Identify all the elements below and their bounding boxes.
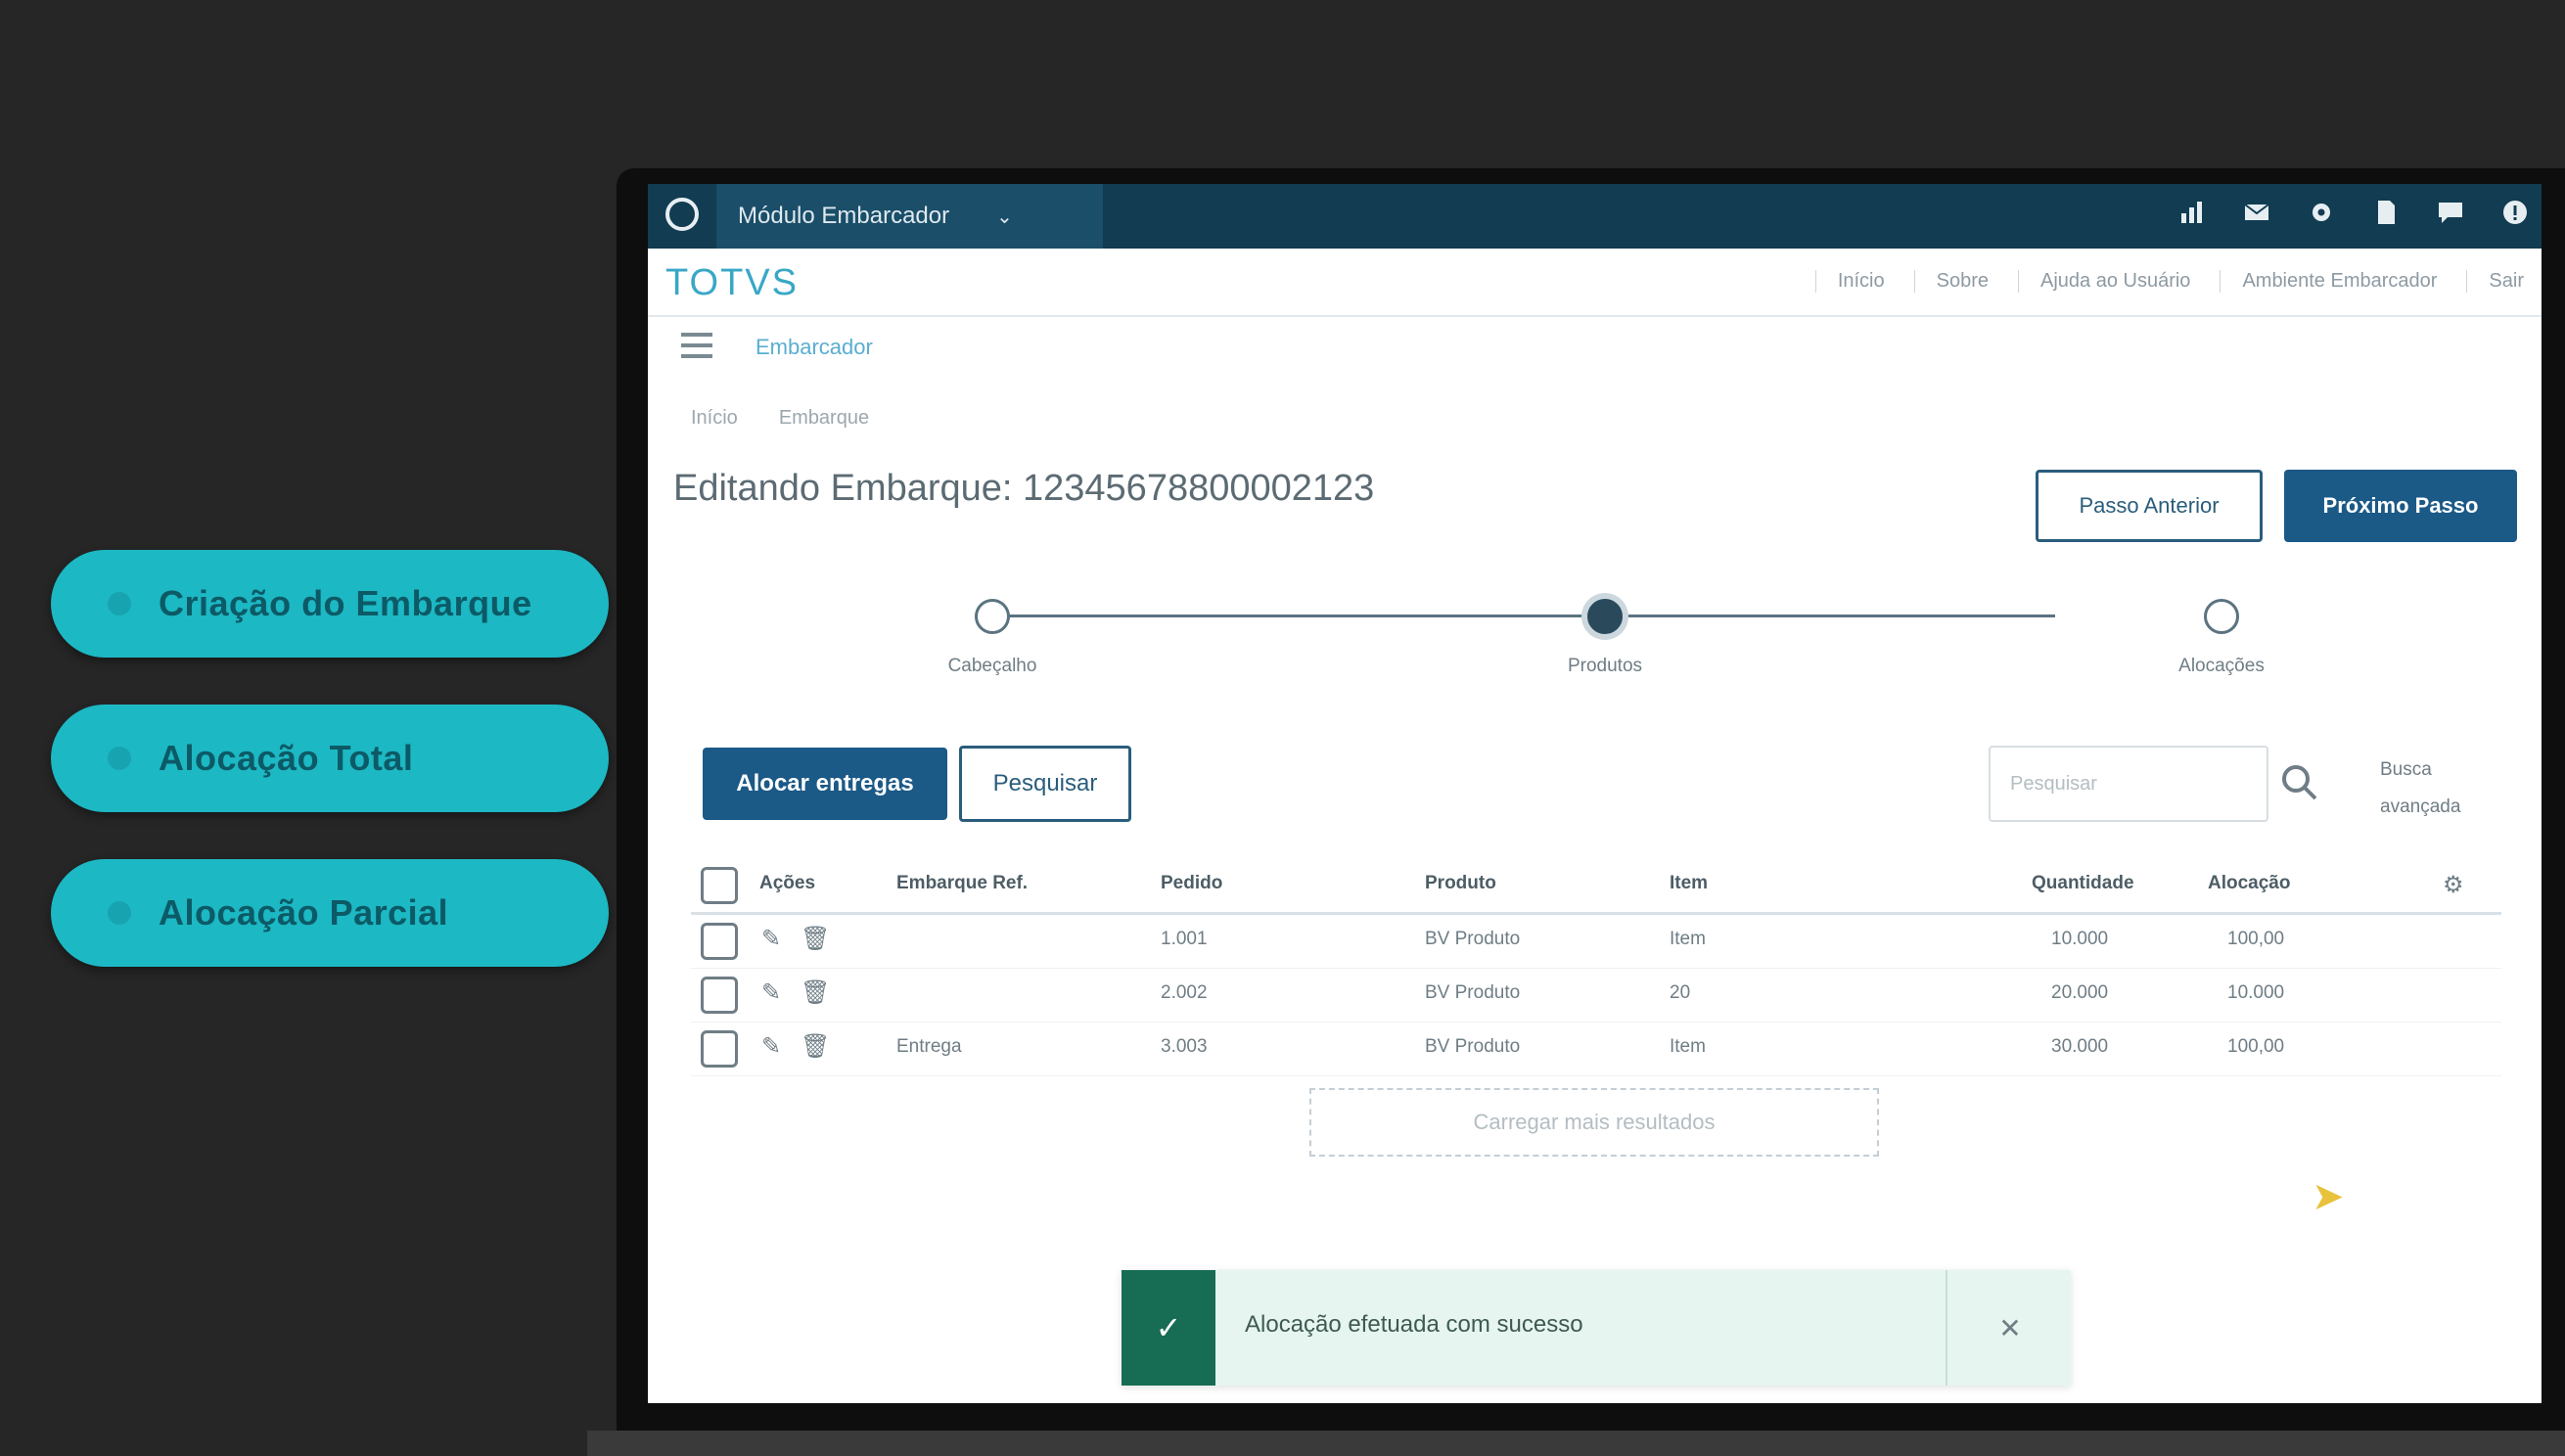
mouse-cursor-icon: ➤ bbox=[2312, 1175, 2345, 1218]
app-logo-icon[interactable] bbox=[665, 198, 699, 231]
cell-item: Item bbox=[1670, 929, 1706, 949]
settings-icon[interactable] bbox=[2307, 198, 2336, 227]
step-3-dot-icon[interactable] bbox=[2204, 599, 2239, 634]
table-row: ✎ 🗑 Entrega 3.003 BV Produto Item 30.000… bbox=[691, 1023, 2501, 1076]
search-button[interactable]: Pesquisar bbox=[959, 746, 1131, 822]
edit-icon[interactable]: ✎ bbox=[761, 925, 781, 953]
help-icon[interactable] bbox=[2500, 198, 2530, 227]
search-icon[interactable] bbox=[2276, 759, 2323, 806]
allocations-table: Ações Embarque Ref. Pedido Produto Item … bbox=[691, 859, 2501, 1076]
page-title: Editando Embarque: 12345678800002123 bbox=[673, 468, 1375, 509]
app-screen: Módulo Embarcador ⌄ TOTVS Início Sobre A… bbox=[648, 184, 2542, 1403]
breadcrumb-item[interactable]: Embarque bbox=[779, 407, 869, 430]
load-more-button[interactable]: Carregar mais resultados bbox=[1309, 1088, 1879, 1157]
chevron-down-icon: ⌄ bbox=[996, 205, 1013, 228]
cell-pedido: 3.003 bbox=[1161, 1036, 1208, 1057]
table-row: ✎ 🗑 2.002 BV Produto 20 20.000 10.000 bbox=[691, 969, 2501, 1023]
pill-dot-icon bbox=[108, 901, 131, 925]
totvs-logo: TOTVS bbox=[665, 262, 799, 303]
breadcrumb: Início Embarque bbox=[691, 407, 869, 430]
column-header[interactable]: Quantidade bbox=[2032, 873, 2134, 894]
step-1-label: Cabeçalho bbox=[947, 656, 1037, 676]
column-header[interactable]: Embarque Ref. bbox=[896, 873, 1028, 894]
column-header[interactable]: Produto bbox=[1425, 873, 1496, 894]
column-header[interactable]: Pedido bbox=[1161, 873, 1222, 894]
header-links: Início Sobre Ajuda ao Usuário Ambiente E… bbox=[1814, 270, 2524, 293]
app-topbar: Módulo Embarcador ⌄ bbox=[648, 184, 2542, 249]
module-tab-label: Módulo Embarcador bbox=[738, 203, 950, 229]
header-link[interactable]: Ajuda ao Usuário bbox=[2018, 270, 2190, 293]
stepper-line bbox=[990, 614, 2055, 617]
feature-pill-criacao[interactable]: Criação do Embarque bbox=[51, 550, 609, 658]
cell-quantidade: 20.000 bbox=[2051, 982, 2109, 1003]
close-icon[interactable]: ✕ bbox=[1946, 1270, 2073, 1386]
success-toast: ✓ Alocação efetuada com sucesso ✕ bbox=[1122, 1270, 2071, 1386]
edit-icon[interactable]: ✎ bbox=[761, 978, 781, 1007]
header-link[interactable]: Ambiente Embarcador bbox=[2220, 270, 2437, 293]
previous-step-button[interactable]: Passo Anterior bbox=[2036, 470, 2263, 542]
laptop-base bbox=[587, 1431, 2565, 1456]
cell-alocacao: 100,00 bbox=[2227, 1036, 2285, 1057]
cell-alocacao: 10.000 bbox=[2227, 982, 2285, 1003]
column-header[interactable]: Item bbox=[1670, 873, 1708, 894]
table-row: ✎ 🗑 1.001 BV Produto Item 10.000 100,00 bbox=[691, 915, 2501, 969]
cell-alocacao: 100,00 bbox=[2227, 929, 2285, 949]
column-header[interactable]: Ações bbox=[759, 873, 815, 894]
cell-item: 20 bbox=[1670, 982, 1691, 1003]
allocate-deliveries-button[interactable]: Alocar entregas bbox=[703, 748, 947, 820]
document-icon[interactable] bbox=[2371, 198, 2401, 227]
row-checkbox[interactable] bbox=[701, 923, 738, 960]
column-header[interactable]: Alocação bbox=[2208, 873, 2290, 894]
feature-label: Criação do Embarque bbox=[159, 583, 532, 623]
cell-pedido: 1.001 bbox=[1161, 929, 1208, 949]
cell-quantidade: 30.000 bbox=[2051, 1036, 2109, 1057]
bar-chart-icon[interactable] bbox=[2177, 198, 2207, 227]
table-settings-icon[interactable]: ⚙ bbox=[2443, 871, 2464, 899]
feature-pill-alocacao-total[interactable]: Alocação Total bbox=[51, 705, 609, 812]
step-3-label: Alocações bbox=[2178, 656, 2265, 676]
select-all-checkbox[interactable] bbox=[701, 867, 738, 904]
cell-produto: BV Produto bbox=[1425, 1036, 1521, 1057]
step-1-dot-icon[interactable] bbox=[975, 599, 1010, 634]
row-checkbox[interactable] bbox=[701, 977, 738, 1014]
delete-icon[interactable]: 🗑 bbox=[801, 978, 830, 1007]
header-link[interactable]: Início bbox=[1814, 270, 1885, 293]
toast-message: Alocação efetuada com sucesso bbox=[1245, 1311, 1583, 1338]
table-header-row: Ações Embarque Ref. Pedido Produto Item … bbox=[691, 859, 2501, 915]
row-checkbox[interactable] bbox=[701, 1030, 738, 1068]
mail-icon[interactable] bbox=[2242, 198, 2271, 227]
module-name[interactable]: Embarcador bbox=[756, 335, 873, 360]
edit-icon[interactable]: ✎ bbox=[761, 1032, 781, 1061]
step-2-label: Produtos bbox=[1567, 656, 1643, 676]
cell-ref: Entrega bbox=[896, 1036, 962, 1057]
pill-dot-icon bbox=[108, 747, 131, 770]
divider bbox=[648, 315, 2542, 317]
header-link[interactable]: Sobre bbox=[1913, 270, 1989, 293]
search-input[interactable]: Pesquisar bbox=[1989, 746, 2268, 822]
cell-pedido: 2.002 bbox=[1161, 982, 1208, 1003]
breadcrumb-item[interactable]: Início bbox=[691, 407, 738, 430]
feature-pill-alocacao-parcial[interactable]: Alocação Parcial bbox=[51, 859, 609, 967]
step-2-dot-icon[interactable] bbox=[1587, 599, 1623, 634]
delete-icon[interactable]: 🗑 bbox=[801, 925, 830, 953]
cell-quantidade: 10.000 bbox=[2051, 929, 2109, 949]
next-step-button[interactable]: Próximo Passo bbox=[2284, 470, 2517, 542]
check-icon: ✓ bbox=[1122, 1270, 1215, 1386]
header-link[interactable]: Sair bbox=[2466, 270, 2524, 293]
cell-produto: BV Produto bbox=[1425, 982, 1521, 1003]
cell-item: Item bbox=[1670, 1036, 1706, 1057]
hamburger-menu-icon[interactable] bbox=[681, 333, 712, 358]
module-tab[interactable]: Módulo Embarcador ⌄ bbox=[716, 184, 1103, 249]
pill-dot-icon bbox=[108, 592, 131, 615]
cell-produto: BV Produto bbox=[1425, 929, 1521, 949]
chat-icon[interactable] bbox=[2436, 198, 2465, 227]
feature-label: Alocação Parcial bbox=[159, 892, 449, 933]
feature-label: Alocação Total bbox=[159, 738, 414, 778]
delete-icon[interactable]: 🗑 bbox=[801, 1032, 830, 1061]
advanced-search-link[interactable]: Busca avançada bbox=[2380, 751, 2517, 826]
